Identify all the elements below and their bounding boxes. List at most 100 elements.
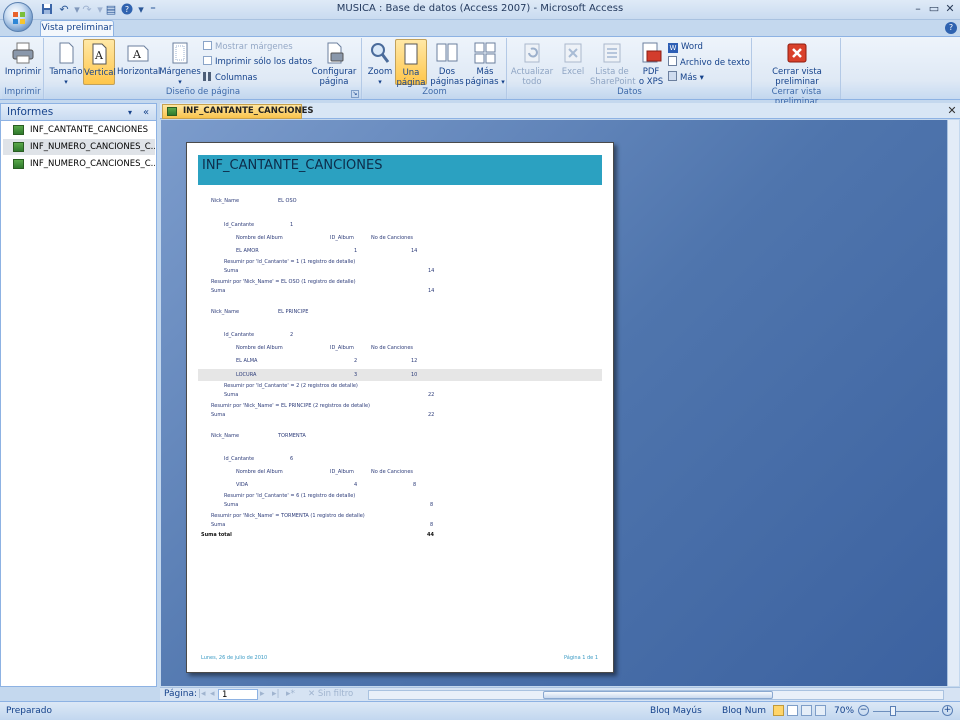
excel-label: Excel (561, 67, 585, 77)
excel-icon (564, 43, 582, 63)
una-pagina-button[interactable]: Una página (395, 39, 427, 88)
nav-item-report[interactable]: INF_NUMERO_CANCIONES_C... (3, 156, 155, 172)
album-name: EL ALMA (236, 358, 258, 364)
text-file-icon (668, 56, 677, 66)
maximize-button[interactable]: ▭ (926, 2, 942, 16)
word-button[interactable]: W Word (668, 41, 703, 54)
zoom-in-button[interactable]: + (942, 705, 953, 716)
status-bar: Preparado Bloq Mayús Bloq Num 70% − + (0, 701, 960, 720)
svg-text:A: A (132, 48, 142, 61)
printer-icon (12, 42, 34, 64)
value-id-cantante: 2 (290, 332, 294, 338)
report-title: INF_CANTANTE_CANCIONES (202, 158, 383, 173)
report-view-icon[interactable] (787, 705, 798, 716)
first-page-button[interactable]: |◂ (198, 689, 206, 699)
actualizar-label-2: todo (522, 77, 542, 87)
more-export-icon (668, 71, 677, 81)
zoom-slider-track[interactable] (873, 711, 939, 712)
album-name: VIDA (236, 482, 249, 488)
actualizar-todo-button[interactable]: Actualizar todo (510, 41, 554, 87)
nav-item-label: INF_NUMERO_CANCIONES_C... (30, 142, 155, 152)
label-nick: Nick_Name (211, 433, 240, 439)
label-suma-total: Suma total (201, 532, 232, 538)
navigation-pane: Informes ▾ « INF_CANTANTE_CANCIONES INF_… (0, 103, 157, 687)
pdf-xps-button[interactable]: PDF o XPS (636, 41, 666, 87)
mostrar-margenes-checkbox[interactable]: Mostrar márgenes (203, 41, 293, 54)
horizontal-button[interactable]: A Horizontal (117, 41, 160, 77)
word-icon: W (668, 43, 678, 53)
nav-pane-header[interactable]: Informes ▾ « (1, 104, 156, 121)
nav-item-report[interactable]: INF_CANTANTE_CANCIONES (3, 122, 155, 138)
num-lock-indicator: Bloq Num (722, 706, 766, 716)
document-tab[interactable]: INF_CANTANTE_CANCIONES (162, 104, 314, 119)
columnas-button[interactable]: Columnas (203, 72, 257, 85)
prev-page-button[interactable]: ◂ (210, 689, 215, 699)
group-diseno: Tamaño ▾ A Vertical A Horizontal Márgenes… (45, 38, 362, 99)
ribbon-help-icon[interactable]: ? (945, 22, 957, 34)
office-button[interactable] (3, 2, 33, 32)
value-nick: EL OSO (278, 198, 297, 204)
label-id-cantante: Id_Cantante (224, 456, 255, 462)
last-page-button[interactable]: ▸| (272, 689, 280, 699)
configurar-pagina-button[interactable]: Configurar página (309, 41, 359, 87)
group-cerrar: Cerrar vista preliminar Cerrar vista prel… (753, 38, 841, 107)
tab-vista-preliminar[interactable]: Vista preliminar (40, 20, 114, 37)
imprimir-button[interactable]: Imprimir (4, 41, 42, 77)
mostrar-margenes-label: Mostrar márgenes (215, 42, 293, 52)
cerrar-vista-preliminar-button[interactable]: Cerrar vista preliminar (759, 41, 835, 87)
sharepoint-button[interactable]: Lista de SharePoint (590, 41, 636, 87)
album-name: LOCURA (236, 372, 257, 378)
window-title: MUSICA : Base de datos (Access 2007) - M… (336, 3, 624, 14)
label-suma: Suma (211, 412, 226, 418)
vertical-scrollbar[interactable] (947, 120, 959, 686)
nav-item-label: INF_CANTANTE_CANCIONES (30, 125, 148, 135)
status-text: Preparado (6, 706, 52, 716)
refresh-icon (524, 43, 540, 63)
mas-export-button[interactable]: Más ▾ (668, 71, 704, 84)
suma-id: 8 (430, 502, 434, 508)
one-page-icon (404, 43, 418, 65)
dialog-launcher-icon[interactable]: ↘ (351, 90, 359, 98)
close-window-button[interactable]: ✕ (942, 2, 958, 16)
group-label-zoom: Zoom (363, 87, 506, 99)
filter-indicator[interactable]: ✕ Sin filtro (308, 689, 353, 699)
report-icon (13, 159, 24, 169)
magnifier-icon (371, 43, 390, 63)
album-count: 12 (411, 358, 418, 364)
landscape-icon: A (127, 45, 149, 62)
print-preview-view-icon[interactable] (773, 705, 784, 716)
value-nick: EL PRINCIPE (278, 309, 309, 315)
label-id-album: ID_Album (330, 469, 354, 475)
mas-paginas-button[interactable]: Más páginas ▾ (465, 41, 505, 87)
group-label-diseno: Diseño de página (45, 87, 361, 99)
page-number-input[interactable]: 1 (218, 689, 258, 700)
next-page-button[interactable]: ▸ (260, 689, 265, 699)
design-view-icon[interactable] (815, 705, 826, 716)
tamano-button[interactable]: Tamaño ▾ (48, 41, 84, 87)
layout-view-icon[interactable] (801, 705, 812, 716)
archivo-texto-button[interactable]: Archivo de texto (668, 56, 750, 69)
resumen-id: Resumir por 'Id_Cantante' = 6 (1 registr… (224, 493, 356, 499)
zoom-slider-thumb[interactable] (890, 706, 896, 716)
zoom-out-button[interactable]: − (858, 705, 869, 716)
nav-dropdown-icon[interactable]: ▾ (128, 104, 132, 121)
group-datos: Actualizar todo Excel Lista de SharePoint … (508, 38, 752, 99)
vertical-button[interactable]: A Vertical (83, 39, 116, 85)
zoom-button[interactable]: Zoom ▾ (365, 41, 395, 87)
dos-paginas-button[interactable]: Dos páginas (429, 41, 465, 87)
nav-collapse-icon[interactable]: « (143, 104, 149, 121)
album-count: 14 (411, 248, 418, 254)
alternate-row-highlight (198, 369, 602, 381)
horizontal-scrollbar[interactable] (368, 690, 944, 700)
imprimir-solo-datos-checkbox[interactable]: Imprimir sólo los datos (203, 56, 312, 69)
new-record-button[interactable]: ▸* (286, 689, 295, 699)
nav-item-report[interactable]: INF_NUMERO_CANCIONES_C... (3, 139, 155, 155)
margenes-button[interactable]: Márgenes ▾ (159, 41, 201, 87)
close-document-icon[interactable]: ✕ (946, 104, 958, 117)
scrollbar-thumb[interactable] (543, 691, 773, 699)
album-name: EL AMOR (236, 248, 259, 254)
group-label-cerrar: Cerrar vista preliminar (753, 87, 840, 107)
excel-button[interactable]: Excel (558, 41, 588, 77)
label-no-canciones: No de Canciones (371, 345, 413, 351)
minimize-button[interactable]: – (910, 2, 926, 16)
